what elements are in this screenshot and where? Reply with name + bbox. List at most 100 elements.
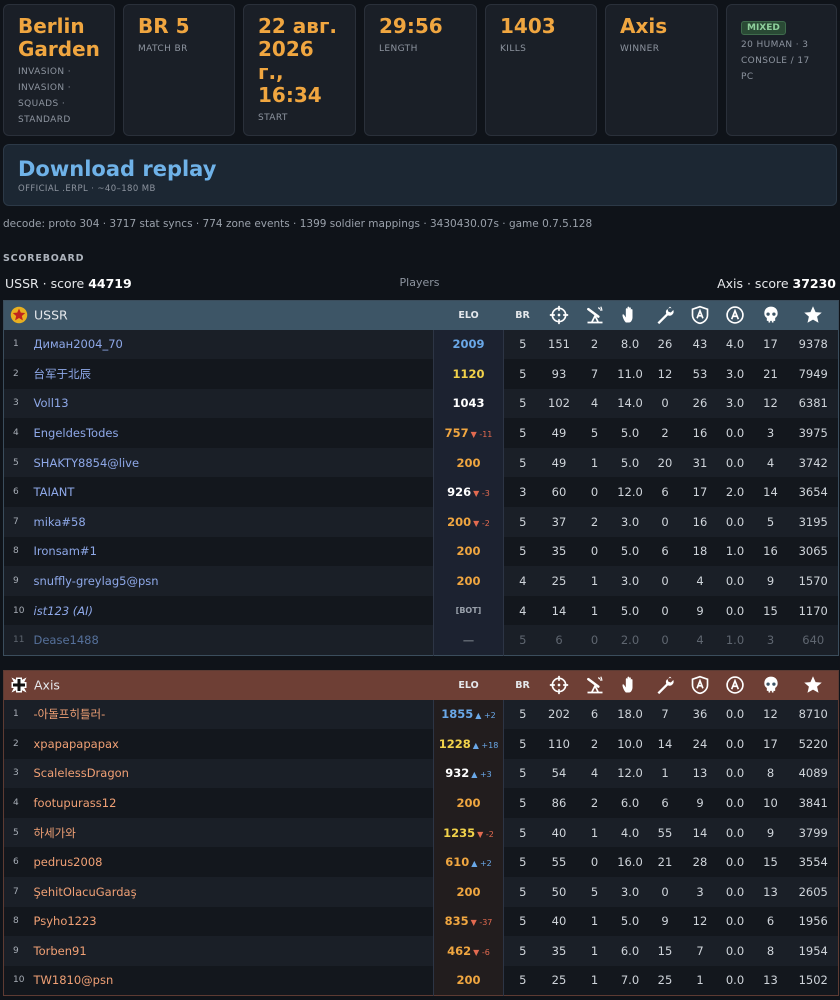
repair-stat: 20 <box>647 447 683 478</box>
br-column-header[interactable]: BR <box>503 670 542 700</box>
elo-delta: ▼ -37 <box>470 918 493 928</box>
player-name-link[interactable]: ŞehitOlacuGardaş <box>31 877 434 907</box>
player-name-link[interactable]: pedrus2008 <box>31 847 434 878</box>
match-br-value: BR 5 <box>138 14 190 38</box>
player-name-link[interactable]: ScalelessDragon <box>31 758 434 789</box>
elo-delta: ▼ -11 <box>470 430 493 440</box>
elo-value: 1855 <box>441 707 474 722</box>
player-rank: 3 <box>3 388 32 419</box>
mortar-icon[interactable] <box>576 300 613 330</box>
player-name-link[interactable]: Psyho1223 <box>31 906 434 937</box>
kills-stat: 93 <box>541 359 577 389</box>
deaths-stat: 14 <box>752 477 789 508</box>
score-stat: 5220 <box>788 729 839 759</box>
wrench-icon[interactable] <box>647 670 683 700</box>
elo-value: 200 <box>456 884 481 899</box>
player-name-link[interactable]: xpapapapapax <box>31 729 434 759</box>
player-rank: 8 <box>3 906 32 937</box>
player-name-link[interactable]: TAIANT <box>31 477 434 508</box>
shield-a-icon[interactable] <box>682 670 718 700</box>
player-name-link[interactable]: TW1810@psn <box>31 965 434 996</box>
score-stat: 1956 <box>788 906 839 937</box>
ussr-player-rows: 1 Диман2004_70 2009 5 151 2 8.0 26 43 4.0 17 9378 2 台… <box>3 329 839 656</box>
player-elo: 200 <box>433 447 504 478</box>
player-name-link[interactable]: snuffly-greylag5@psn <box>31 566 434 596</box>
defense-stat: 18 <box>682 536 718 567</box>
defense-stat: 9 <box>682 595 718 626</box>
score-stat: 8710 <box>788 699 839 730</box>
mortar-stat: 1 <box>576 817 613 848</box>
player-name-link[interactable]: Torben91 <box>31 936 434 966</box>
player-name-link[interactable]: Ironsam#1 <box>31 536 434 567</box>
player-name-link[interactable]: 하세가와 <box>31 817 434 848</box>
elo-delta: ▲ +18 <box>472 740 499 750</box>
player-name-link[interactable]: mika#58 <box>31 507 434 537</box>
crosshair-icon[interactable] <box>541 670 577 700</box>
elo-delta: ▲ +2 <box>471 859 492 869</box>
score-stat: 640 <box>788 625 839 656</box>
circle-a-icon[interactable] <box>717 300 753 330</box>
deaths-stat: 6 <box>752 906 789 937</box>
player-name-link[interactable]: 台军于北辰 <box>31 359 434 389</box>
player-name-link[interactable]: ist123 (AI) <box>31 595 434 626</box>
player-br: 5 <box>503 729 542 759</box>
elo-value: 200 <box>456 544 481 559</box>
deaths-stat: 12 <box>752 388 789 419</box>
mortar-stat: 2 <box>576 788 613 818</box>
elo-delta: ▼ -3 <box>473 489 490 499</box>
melee-stat: 6.0 <box>612 936 648 966</box>
map-mode: INVASION · INVASION · SQUADS · STANDARD <box>18 67 72 125</box>
melee-stat: 10.0 <box>612 729 648 759</box>
circle-a-icon[interactable] <box>717 670 753 700</box>
axis-header-row: Axis ELO BR <box>3 670 839 700</box>
elo-column-header[interactable]: ELO <box>433 300 504 330</box>
score-stat: 9378 <box>788 329 839 360</box>
player-br: 5 <box>503 758 542 789</box>
download-replay-link[interactable]: Download replay <box>18 156 822 182</box>
kills-value: 1403 <box>500 14 556 38</box>
player-name-link[interactable]: SHAKTY8854@live <box>31 447 434 478</box>
mortar-stat: 5 <box>576 418 613 448</box>
score-stat: 1570 <box>788 566 839 596</box>
br-column-header[interactable]: BR <box>503 300 542 330</box>
player-name-link[interactable]: Диман2004_70 <box>31 329 434 360</box>
repair-stat: 9 <box>647 906 683 937</box>
elo-value: 1235 <box>443 825 476 840</box>
player-name-link[interactable]: EngeldesTodes <box>31 418 434 448</box>
mortar-stat: 7 <box>576 359 613 389</box>
defense-stat: 16 <box>682 418 718 448</box>
melee-stat: 4.0 <box>612 817 648 848</box>
player-rank: 2 <box>3 729 32 759</box>
mortar-icon[interactable] <box>576 670 613 700</box>
mixed-badge: MIXED <box>741 21 786 35</box>
defense-stat: 16 <box>682 507 718 537</box>
elo-value: 932 <box>445 766 470 781</box>
skull-icon[interactable] <box>752 300 789 330</box>
repair-stat: 6 <box>647 477 683 508</box>
kills-stat: 40 <box>541 817 577 848</box>
player-name-link[interactable]: -아돌프히틀러- <box>31 699 434 730</box>
deaths-stat: 17 <box>752 329 789 360</box>
repair-stat: 6 <box>647 788 683 818</box>
player-row: 6 TAIANT 926 ▼ -3 3 60 0 12.0 6 17 2.0 14 3654 <box>3 477 839 508</box>
hand-icon[interactable] <box>612 670 648 700</box>
match-br-label: MATCH BR <box>138 44 188 54</box>
player-row: 1 -아돌프히틀러- 1855 ▲ +2 5 202 6 18.0 7 36 0.0 12 8710 <box>3 699 839 730</box>
ussr-header-row: USSR ELO BR <box>3 300 839 330</box>
crosshair-icon[interactable] <box>541 300 577 330</box>
player-rank: 11 <box>3 625 32 656</box>
hand-icon[interactable] <box>612 300 648 330</box>
star-icon[interactable] <box>788 300 839 330</box>
star-icon[interactable] <box>788 670 839 700</box>
shield-a-icon[interactable] <box>682 300 718 330</box>
wrench-icon[interactable] <box>647 300 683 330</box>
melee-stat: 5.0 <box>612 418 648 448</box>
player-name-link[interactable]: Dease1488 <box>31 625 434 656</box>
player-name-link[interactable]: footupurass12 <box>31 788 434 818</box>
player-br: 5 <box>503 788 542 818</box>
kills-stat: 49 <box>541 447 577 478</box>
player-row: 6 pedrus2008 610 ▲ +2 5 55 0 16.0 21 28 0.0 15 3554 <box>3 847 839 878</box>
skull-icon[interactable] <box>752 670 789 700</box>
elo-column-header[interactable]: ELO <box>433 670 504 700</box>
player-name-link[interactable]: Voll13 <box>31 388 434 419</box>
